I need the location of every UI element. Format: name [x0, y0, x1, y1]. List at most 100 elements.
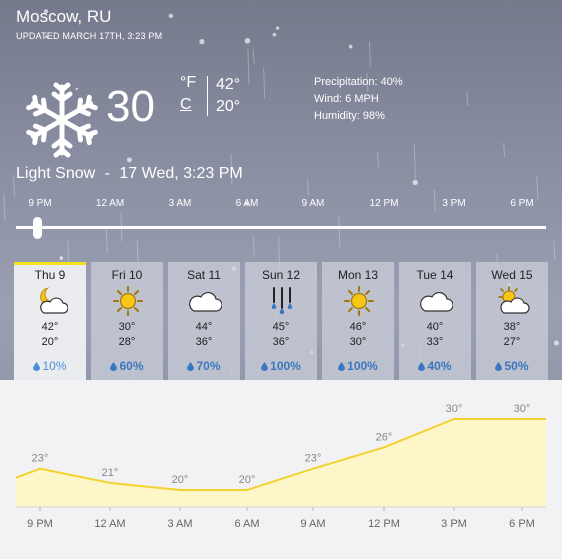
snow-streak — [377, 151, 380, 170]
snow-streak — [466, 91, 469, 106]
day-high: 45° — [272, 321, 290, 333]
hourly-chart-svg: 23° 9 PM 21° 12 AM 20° 3 AM 20° 6 AM 23° 9 AM 26° 1… — [15, 403, 546, 530]
rain-icon — [271, 287, 293, 314]
hourly-temperature-chart: 23° 9 PM 21° 12 AM 20° 3 AM 20° 6 AM 23° 9 AM 26° 1… — [0, 380, 562, 559]
snowflake-dot — [126, 157, 132, 163]
sun-cloud-icon — [498, 286, 530, 314]
snow-streak — [368, 41, 371, 67]
day-precip: 100% — [322, 359, 394, 373]
day-card-thu[interactable]: Thu 9 42° 20° 10% — [14, 262, 86, 380]
day-card-sat[interactable]: Sat 11 44° 36° 70% — [168, 262, 240, 380]
snowflake-dot — [59, 256, 64, 261]
day-card-mon[interactable]: Mon 13 46° 30° 100% — [322, 262, 394, 380]
snowflake-dot — [199, 39, 205, 45]
sun-icon — [344, 286, 374, 316]
timeline-label: 3 AM — [168, 198, 192, 209]
day-name: Fri 10 — [111, 268, 143, 282]
day-low: 33° — [426, 336, 444, 348]
day-low: 27° — [503, 336, 521, 348]
day-precip-value: 100% — [347, 359, 378, 373]
snow-streak — [433, 189, 436, 212]
day-high: 44° — [195, 321, 213, 333]
snow-streak — [536, 175, 539, 200]
temp-celsius-value: 20° — [216, 98, 241, 115]
day-name: Thu 9 — [34, 268, 66, 282]
snow-streak — [413, 144, 416, 180]
condition-line: Light Snow - 17 Wed, 3:23 PM — [16, 165, 243, 183]
snowflake-dot — [275, 26, 280, 30]
precipitation-text: Precipitation: 40% — [314, 76, 403, 88]
chart-area-fill — [16, 419, 546, 507]
snow-streak — [247, 48, 250, 85]
wind-text: Wind: 6 MPH — [314, 93, 379, 105]
day-low: 30° — [349, 336, 367, 348]
day-name: Sat 11 — [187, 268, 221, 282]
day-low: 36° — [272, 336, 290, 348]
chart-data-label: 20° — [239, 474, 256, 486]
chart-data-label: 26° — [376, 431, 393, 443]
day-name: Tue 14 — [416, 268, 454, 282]
day-high: 42° — [41, 321, 59, 333]
snowflake-dot — [348, 44, 353, 49]
cloud-icon — [189, 291, 222, 312]
chart-x-tick-label: 9 AM — [300, 518, 325, 530]
day-low: 20° — [41, 336, 59, 348]
timeline-label: 12 AM — [95, 198, 125, 209]
chart-x-tick-label: 12 AM — [94, 518, 125, 530]
timeline-label: 12 PM — [369, 198, 399, 209]
temp-fahrenheit-value: 42° — [216, 76, 241, 93]
day-precip: 60% — [91, 359, 163, 373]
cloud-icon — [420, 291, 453, 312]
snowflake-icon — [24, 82, 100, 158]
timeline-label: 9 PM — [28, 198, 52, 209]
day-name: Sun 12 — [261, 268, 301, 282]
snowflake-dot — [553, 340, 559, 346]
day-high: 40° — [426, 321, 444, 333]
daily-forecast: Thu 9 42° 20° 10% Fri 10 30° 28° 60% Sat… — [14, 262, 548, 380]
drop-icon — [261, 362, 269, 371]
snow-streak — [252, 48, 255, 64]
condition-datetime: 17 Wed, 3:23 PM — [119, 165, 243, 182]
timeline-label: 3 PM — [442, 198, 466, 209]
day-precip-value: 10% — [42, 359, 67, 373]
drop-icon — [418, 362, 426, 371]
day-high: 46° — [349, 321, 367, 333]
snow-streak — [338, 216, 341, 248]
timeline-label: 6 AM — [235, 198, 259, 209]
unit-fahrenheit-toggle[interactable]: °F — [180, 74, 196, 92]
condition-separator: - — [104, 165, 110, 182]
moon-cloud-icon — [40, 287, 68, 314]
snowflake-dot — [272, 32, 277, 37]
location-title: Moscow, RU — [16, 7, 112, 26]
day-card-fri[interactable]: Fri 10 30° 28° 60% — [91, 262, 163, 380]
snowflake-dot — [412, 179, 418, 186]
updated-timestamp: UPDATED MARCH 17TH, 3:23 PM — [16, 31, 163, 41]
chart-x-tick-label: 12 PM — [368, 518, 400, 530]
day-card-wed[interactable]: Wed 15 38° 27° 50% — [476, 262, 548, 380]
humidity-text: Humidity: 98% — [314, 110, 385, 122]
timeline-label: 9 AM — [301, 198, 325, 209]
weather-widget: { "location": "Moscow, RU", "updated": "… — [0, 0, 562, 559]
drop-icon — [33, 362, 41, 371]
day-precip-value: 100% — [270, 359, 301, 373]
chart-x-tick-label: 6 PM — [509, 518, 535, 530]
snow-streak — [263, 67, 266, 100]
day-low: 28° — [118, 336, 136, 348]
day-name: Wed 15 — [491, 268, 533, 282]
snow-streak — [3, 194, 6, 222]
timeline-slider-handle[interactable] — [33, 217, 43, 239]
day-precip: 10% — [14, 359, 86, 373]
day-card-tue[interactable]: Tue 14 40° 33° 40% — [399, 262, 471, 380]
snowflake-dot — [244, 37, 251, 44]
snow-streak — [553, 240, 556, 260]
day-high: 38° — [503, 321, 521, 333]
day-card-sun[interactable]: Sun 12 45° 36° 100% — [245, 262, 317, 380]
chart-data-label: 20° — [172, 474, 189, 486]
day-precip-value: 60% — [119, 359, 144, 373]
snow-streak — [252, 237, 255, 258]
unit-celsius-toggle[interactable]: C — [180, 96, 192, 114]
timeline-slider-track[interactable] — [16, 226, 546, 229]
timeline-label: 6 PM — [510, 198, 534, 209]
day-precip: 50% — [476, 359, 548, 373]
condition-text: Light Snow — [16, 165, 96, 182]
